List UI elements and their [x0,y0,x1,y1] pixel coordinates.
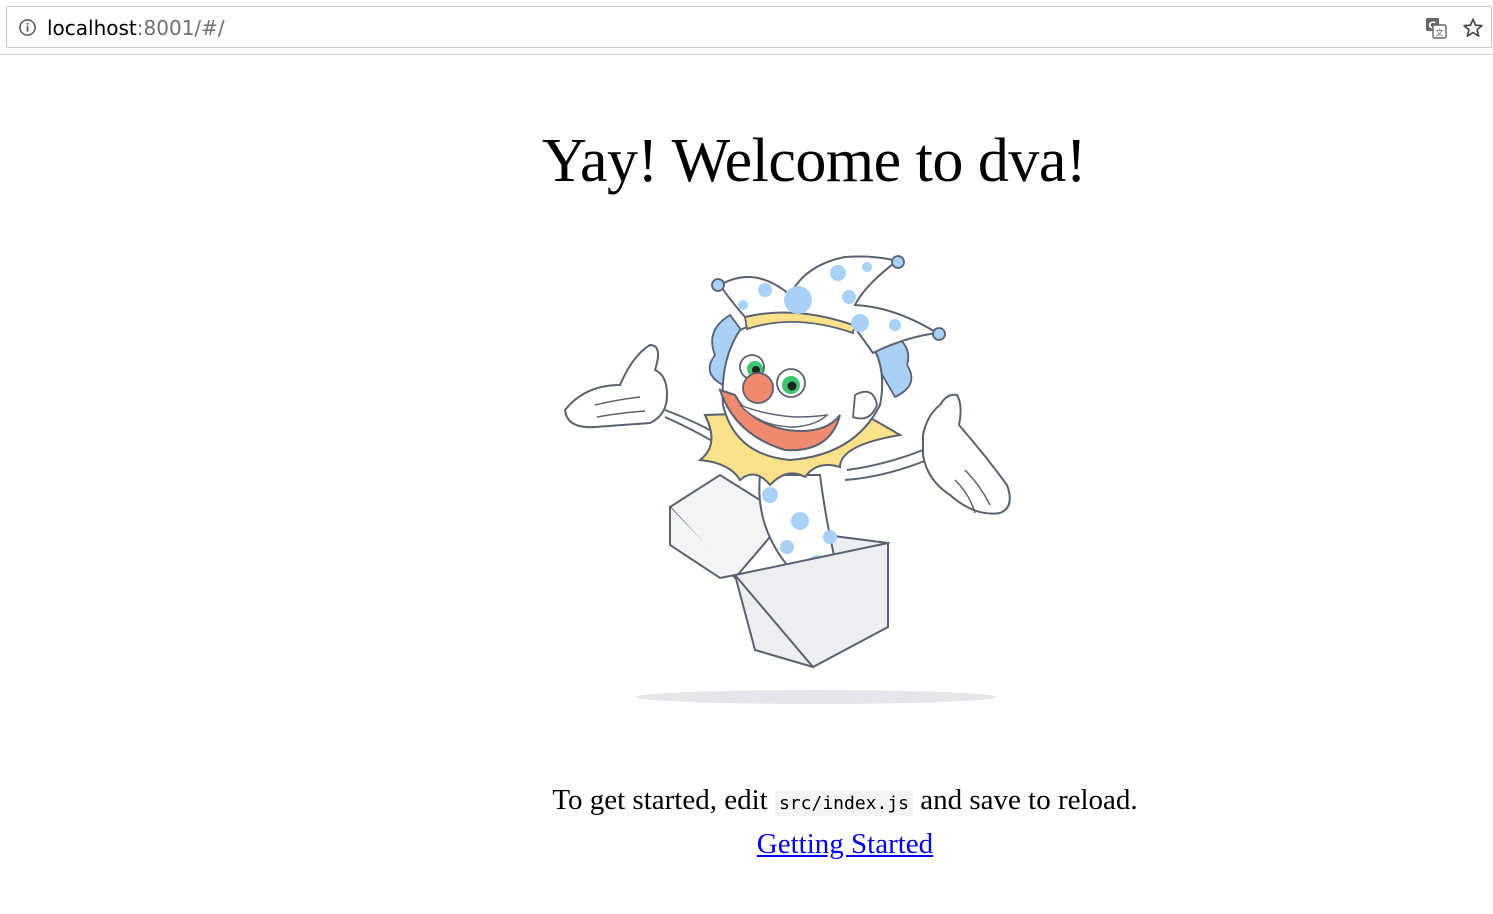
svg-text:文: 文 [1436,28,1444,38]
url-text[interactable]: localhost:8001/#/ [47,15,225,41]
bookmark-star-icon[interactable] [1462,17,1484,39]
intro-before: To get started, edit [552,784,775,816]
code-snippet: src/index.js [774,791,914,816]
translate-icon[interactable]: G 文 [1425,17,1447,39]
info-icon[interactable] [18,18,37,37]
url-path: :8001/#/ [136,16,225,40]
page-title: Yay! Welcome to dva! [541,127,1087,195]
intro-text: To get started, edit src/index.js and sa… [0,782,1493,822]
getting-started-link[interactable]: Getting Started [757,828,933,860]
address-bar[interactable]: localhost:8001/#/ G 文 [6,6,1492,48]
browser-toolbar: localhost:8001/#/ G 文 [0,0,1493,55]
url-host: localhost [47,16,137,40]
intro-after: and save to reload. [913,784,1138,816]
link-row: Getting Started [0,826,1493,862]
clown-illustration [563,255,1011,704]
